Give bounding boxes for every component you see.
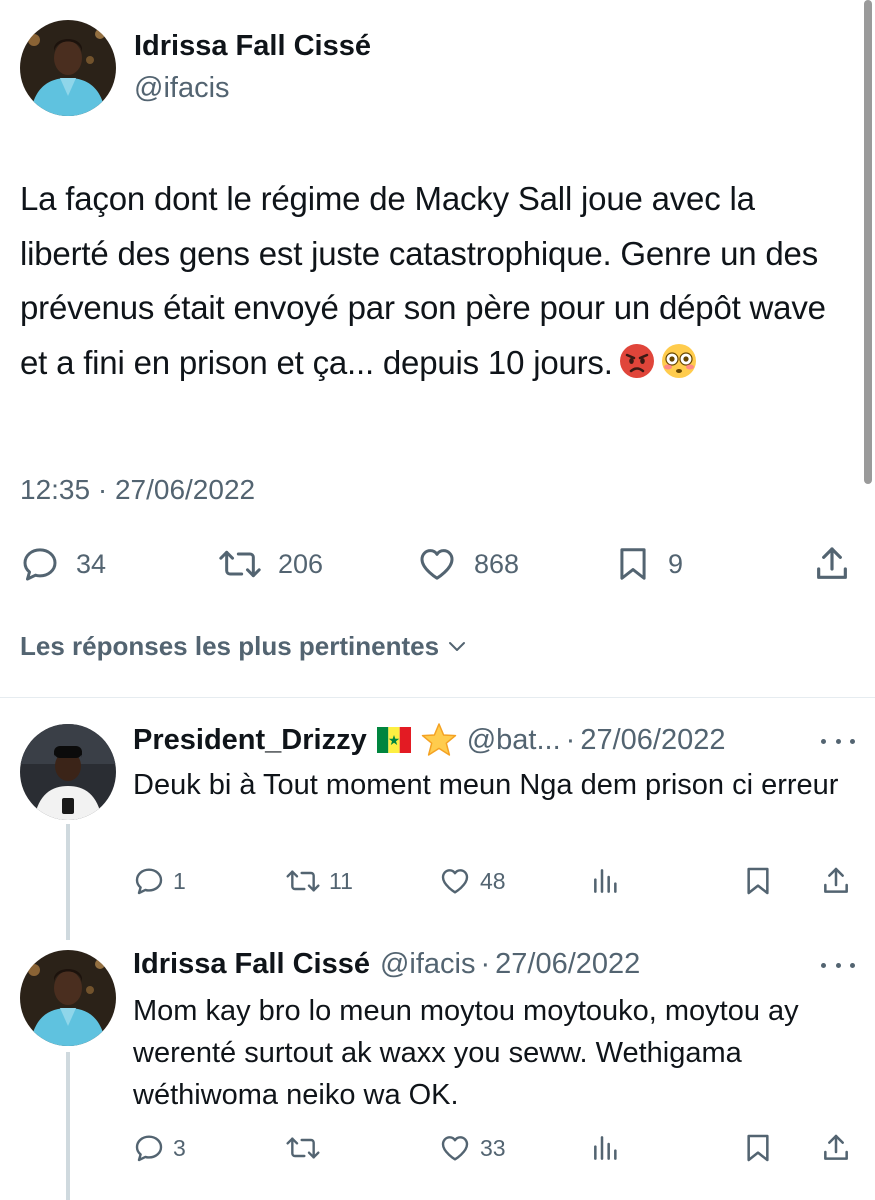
reply-author-name[interactable]: Idrissa Fall Cissé (133, 948, 370, 981)
reply-button[interactable]: 34 (20, 541, 106, 587)
divider (0, 697, 875, 698)
reply-header: President_Drizzy @bat... · 27/06/2022 (133, 722, 725, 758)
views-button[interactable] (590, 1128, 622, 1168)
retweet-icon (285, 1132, 321, 1164)
like-button[interactable]: 868 (416, 541, 519, 587)
reply-sort-label: Les réponses les plus pertinentes (20, 631, 440, 661)
heart-icon (438, 1132, 472, 1164)
tweet-text-content: La façon dont le régime de Macky Sall jo… (20, 180, 826, 381)
tweet-timestamp[interactable]: 12:35 · 27/06/2022 (20, 474, 255, 506)
reply-sort-selector[interactable]: Les réponses les plus pertinentes (20, 631, 469, 662)
retweet-button[interactable]: 206 (218, 541, 323, 587)
separator-dot: · (565, 723, 576, 756)
bookmark-button[interactable]: 9 (614, 541, 683, 587)
reply-author-handle[interactable]: @ifacis (380, 948, 476, 981)
reply-header: Idrissa Fall Cissé @ifacis · 27/06/2022 (133, 946, 640, 982)
author-avatar[interactable] (20, 20, 116, 116)
author-handle[interactable]: @ifacis (134, 72, 230, 105)
reply-count: 1 (173, 867, 186, 894)
reply-button[interactable]: 3 (133, 1128, 186, 1168)
tweet-actions: 34 206 868 9 (0, 541, 875, 587)
retweet-button[interactable] (285, 1128, 329, 1168)
heart-icon (416, 544, 458, 584)
retweet-count: 206 (278, 548, 324, 579)
angry-face-emoji (619, 343, 655, 379)
reply-avatar[interactable] (20, 724, 116, 820)
thread-line (66, 1052, 70, 1200)
retweet-button[interactable]: 11 (285, 861, 353, 901)
bookmark-icon (742, 865, 774, 897)
reply-icon (133, 865, 165, 897)
reply-icon (133, 1132, 165, 1164)
bookmark-button[interactable] (742, 1128, 774, 1168)
scrollbar[interactable] (864, 0, 872, 484)
views-button[interactable] (590, 861, 622, 901)
reply-text: Deuk bi à Tout moment meun Nga dem priso… (133, 769, 839, 801)
like-count: 48 (480, 867, 506, 894)
like-count: 868 (474, 548, 520, 579)
flushed-face-emoji (661, 343, 697, 379)
reply-count: 34 (76, 548, 107, 579)
share-icon (820, 865, 852, 897)
share-button[interactable] (812, 541, 852, 587)
reply-button[interactable]: 1 (133, 861, 186, 901)
share-icon (812, 544, 852, 584)
share-button[interactable] (820, 1128, 852, 1168)
bookmark-icon (742, 1132, 774, 1164)
star-emoji (421, 723, 457, 757)
analytics-icon (590, 865, 622, 897)
share-button[interactable] (820, 861, 852, 901)
share-icon (820, 1132, 852, 1164)
reply-author-handle[interactable]: @bat... (467, 724, 561, 757)
reply-actions: 1 11 48 (0, 861, 875, 901)
more-icon[interactable] (821, 736, 855, 746)
reply-text: Mom kay bro lo meun moytou moytouko, moy… (133, 995, 799, 1111)
bookmark-icon (614, 544, 652, 584)
tweet-text: La façon dont le régime de Macky Sall jo… (20, 172, 850, 390)
bookmark-count: 9 (668, 548, 684, 579)
chevron-down-icon (445, 635, 469, 659)
like-button[interactable]: 33 (438, 1128, 506, 1168)
retweet-icon (285, 865, 321, 897)
author-name[interactable]: Idrissa Fall Cissé (134, 30, 371, 63)
reply-icon (20, 544, 60, 584)
like-button[interactable]: 48 (438, 861, 506, 901)
separator-dot: · (480, 947, 491, 980)
more-icon[interactable] (821, 960, 855, 970)
analytics-icon (590, 1132, 622, 1164)
heart-icon (438, 865, 472, 897)
senegal-flag-emoji (376, 727, 411, 753)
reply-author-name[interactable]: President_Drizzy (133, 724, 367, 757)
reply-avatar[interactable] (20, 950, 116, 1046)
reply-date[interactable]: 27/06/2022 (580, 724, 725, 757)
retweet-icon (218, 544, 262, 584)
bookmark-button[interactable] (742, 861, 774, 901)
reply-actions: 3 33 (0, 1128, 875, 1168)
retweet-count: 11 (329, 867, 353, 894)
like-count: 33 (480, 1134, 506, 1161)
reply-date[interactable]: 27/06/2022 (495, 948, 640, 981)
reply-count: 3 (173, 1134, 186, 1161)
